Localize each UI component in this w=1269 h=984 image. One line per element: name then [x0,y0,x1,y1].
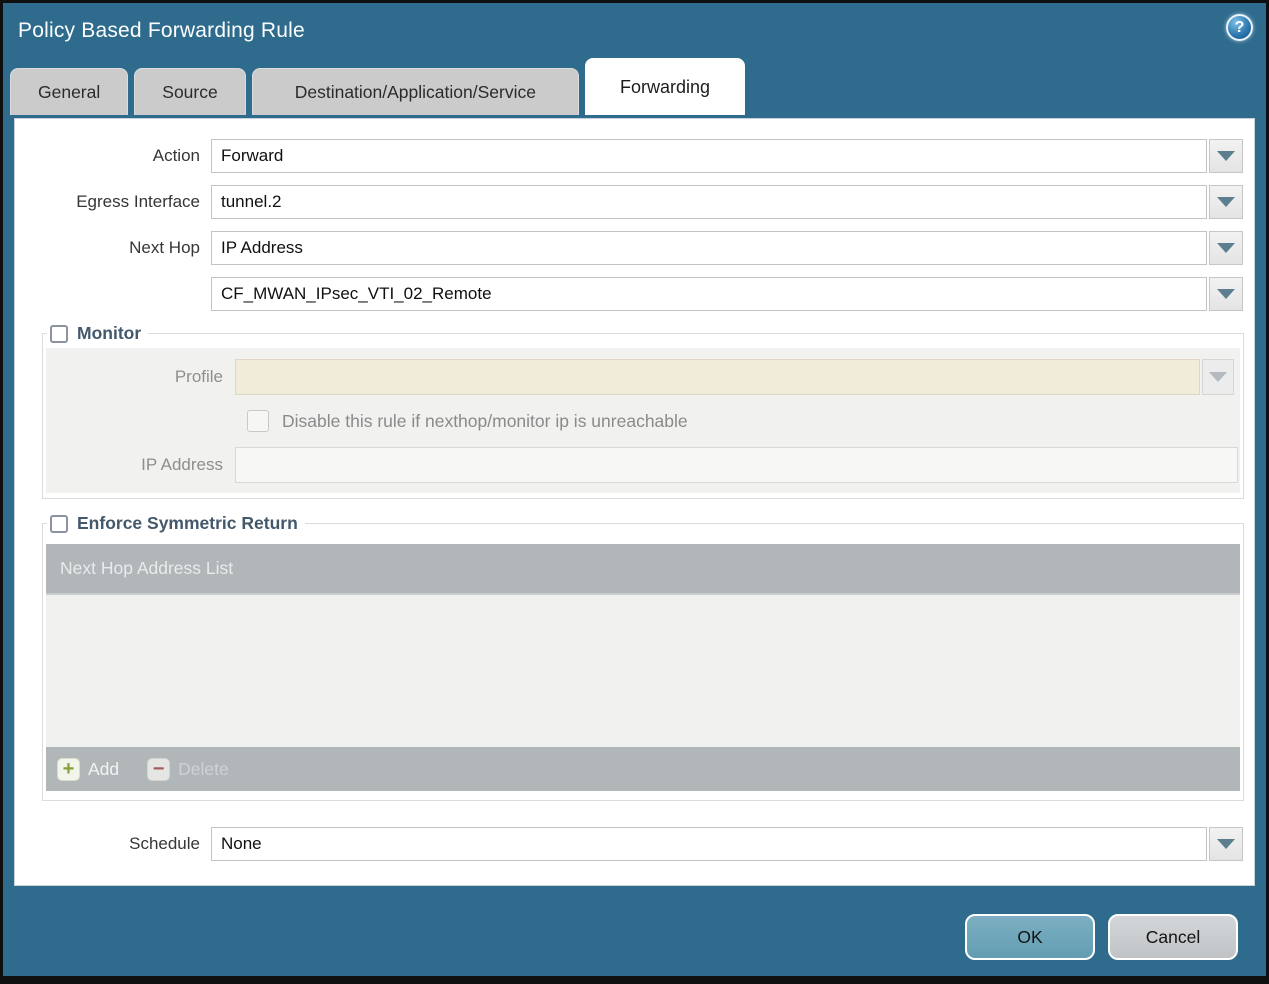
dialog-action-buttons: OK Cancel [965,914,1238,960]
egress-interface-combo [211,185,1254,219]
monitor-legend: Monitor [47,323,148,344]
next-hop-combo [211,231,1254,265]
profile-dropdown-button [1202,359,1234,395]
next-hop-label: Next Hop [129,238,200,257]
tab-source[interactable]: Source [134,68,246,115]
disable-rule-row: Disable this rule if nexthop/monitor ip … [247,410,1240,432]
chevron-down-icon [1217,839,1235,849]
next-hop-type-input[interactable] [211,231,1207,265]
tab-forwarding[interactable]: Forwarding [584,58,746,115]
enforce-symmetric-return-legend-label: Enforce Symmetric Return [77,513,298,533]
next-hop-address-list-table: Next Hop Address List + Add − Delete [46,544,1240,791]
profile-row: Profile [46,359,1240,395]
tab-bar: General Source Destination/Application/S… [3,58,1266,115]
monitor-legend-label: Monitor [77,323,142,343]
action-label: Action [152,146,200,165]
egress-interface-label: Egress Interface [76,192,200,211]
minus-icon: − [147,757,171,781]
profile-input [235,359,1200,395]
add-button-label: Add [88,758,120,779]
monitor-ip-address-row: IP Address [46,447,1240,483]
next-hop-address-row [15,277,1254,311]
delete-button-label: Delete [178,758,229,779]
table-body-empty[interactable] [46,595,1240,747]
chevron-down-icon [1217,243,1235,253]
next-hop-address-input[interactable] [211,277,1207,311]
next-hop-address-combo [211,277,1254,311]
enforce-symmetric-return-legend: Enforce Symmetric Return [47,513,305,534]
chevron-down-icon [1209,372,1227,382]
table-header: Next Hop Address List [46,544,1240,595]
profile-label: Profile [174,367,223,386]
help-icon[interactable]: ? [1226,14,1253,41]
chevron-down-icon [1217,151,1235,161]
next-hop-dropdown-button[interactable] [1209,231,1243,265]
next-hop-address-dropdown-button[interactable] [1209,277,1243,311]
monitor-ip-address-input [235,447,1238,483]
action-dropdown-button[interactable] [1209,139,1243,173]
policy-based-forwarding-dialog: Policy Based Forwarding Rule ? General S… [0,0,1269,984]
schedule-input[interactable] [211,827,1207,861]
table-header-label: Next Hop Address List [60,558,234,578]
schedule-combo [211,827,1254,861]
monitor-checkbox[interactable] [50,324,68,343]
chevron-down-icon [1217,197,1235,207]
cancel-button[interactable]: Cancel [1108,914,1238,960]
ok-button[interactable]: OK [965,914,1095,960]
add-button[interactable]: + Add [57,757,120,781]
next-hop-row: Next Hop [15,231,1254,265]
enforce-symmetric-return-checkbox[interactable] [50,514,68,533]
action-input[interactable] [211,139,1207,173]
schedule-dropdown-button[interactable] [1209,827,1243,861]
egress-interface-input[interactable] [211,185,1207,219]
chevron-down-icon [1217,289,1235,299]
disable-rule-label: Disable this rule if nexthop/monitor ip … [282,410,688,431]
dialog-titlebar: Policy Based Forwarding Rule ? [3,3,1266,58]
tab-general[interactable]: General [10,68,129,115]
schedule-label: Schedule [129,834,200,853]
action-combo [211,139,1254,173]
egress-interface-row: Egress Interface [15,185,1254,219]
delete-button: − Delete [147,757,229,781]
dialog-title: Policy Based Forwarding Rule [18,18,305,42]
schedule-row: Schedule [15,827,1254,861]
forwarding-tab-panel: Action Egress Interface Next Hop [14,118,1255,886]
enforce-symmetric-return-group: Enforce Symmetric Return Next Hop Addres… [42,513,1244,801]
monitor-ip-address-label: IP Address [141,455,223,474]
egress-interface-dropdown-button[interactable] [1209,185,1243,219]
monitor-panel: Profile Disable this rule if nexthop/mon… [46,348,1240,493]
plus-icon: + [57,757,80,781]
tab-destination-application-service[interactable]: Destination/Application/Service [251,68,579,115]
monitor-group: Monitor Profile Disable this rule if nex… [42,323,1244,499]
disable-rule-checkbox [247,410,269,432]
table-footer: + Add − Delete [46,747,1240,791]
action-row: Action [15,139,1254,173]
